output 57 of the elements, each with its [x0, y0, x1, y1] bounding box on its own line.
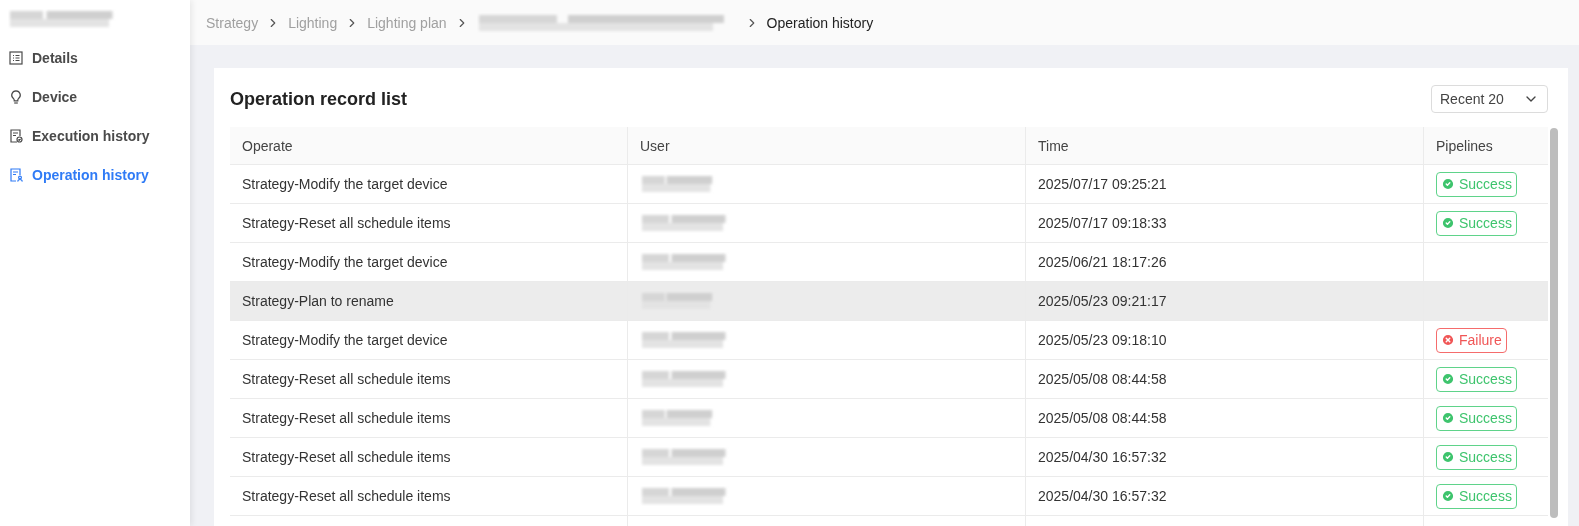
x-circle-icon [1441, 333, 1455, 347]
document-check-icon [8, 127, 24, 144]
status-badge: Success [1436, 171, 1517, 197]
table-row[interactable]: Strategy-Reset all schedule items 2025/04/30 16:57:32 Success [230, 438, 1548, 477]
check-circle-icon [1441, 216, 1455, 230]
status-badge: Success [1436, 210, 1517, 236]
table-cell-text: 2025/05/08 08:44:58 [1038, 409, 1167, 428]
column-header: Pipelines [1435, 136, 1494, 156]
table-cell-text: Strategy-Reset all schedule items [242, 409, 451, 428]
check-circle-icon [1441, 489, 1455, 503]
table-cell-text: 2025/05/23 09:21:17 [1038, 292, 1167, 311]
table-cell-text: 2025/07/17 09:18:33 [1038, 214, 1167, 233]
table-row[interactable]: Strategy-Modify the target device 2025/05/23 09:18:10 Failure [230, 321, 1548, 360]
table-cell-text: 2025/04/30 16:57:32 [1038, 487, 1167, 506]
check-circle-icon [1441, 411, 1455, 425]
table-cell-text: 2025/04/30 16:57:32 [1038, 448, 1167, 467]
table-row[interactable]: Strategy-Modify the target device 2025/06/21 18:17:26 [230, 243, 1548, 282]
table-cell-text: 2025/06/21 18:17:26 [1038, 253, 1167, 272]
table-cell-text: 2025/07/17 09:25:21 [1038, 175, 1167, 194]
sidebar-item[interactable]: Details [0, 38, 190, 77]
status-badge: Success [1436, 366, 1517, 392]
status-badge: Success [1436, 483, 1517, 509]
sidebar-item[interactable]: Device [0, 77, 190, 116]
check-circle-icon [1441, 177, 1455, 191]
column-header: User [628, 127, 1026, 164]
status-badge: Success [1436, 405, 1517, 431]
table-row[interactable]: Strategy-Reset all schedule items 2025/04/30 16:57:32 Success [230, 477, 1548, 516]
table-cell-text: 2025/05/23 09:18:10 [1038, 331, 1167, 350]
table-cell-text: Strategy-Modify the target device [242, 175, 448, 194]
table-cell-text: Strategy-Modify the target device [242, 331, 448, 350]
table-cell-text: Strategy-Reset all schedule items [242, 214, 451, 233]
breadcrumb-link[interactable]: Operation history [766, 12, 874, 33]
column-header: Time [1026, 127, 1424, 164]
table-cell-text: Strategy-Plan to rename [242, 292, 394, 311]
table-cell-text: Strategy-Reset all schedule items [242, 448, 451, 467]
filter-dropdown[interactable]: Recent 20 [1431, 85, 1548, 113]
table-row[interactable]: Strategy-Reset all schedule items 2025/05/08 08:44:58 Success [230, 360, 1548, 399]
table-cell-text: Strategy-Reset all schedule items [242, 370, 451, 389]
list-icon [8, 49, 24, 66]
document-user-icon [8, 166, 24, 183]
column-header: Operate [230, 127, 628, 164]
scrollbar[interactable] [1550, 128, 1558, 518]
sidebar-item[interactable]: Operation history [0, 155, 190, 194]
table-row[interactable]: Strategy-Plan to rename 2025/05/23 09:21:17 [230, 282, 1548, 321]
table-cell-text: Strategy-Modify the target device [242, 253, 448, 272]
table-row[interactable]: Strategy-Reset all schedule items 2025/07/17 09:18:33 Success [230, 204, 1548, 243]
card-title: Operation record list [230, 88, 408, 111]
lightbulb-icon [8, 88, 24, 105]
table-cell-text: Strategy-Reset all schedule items [242, 487, 451, 506]
check-circle-icon [1441, 450, 1455, 464]
table-row[interactable]: Strategy-Modify the target device 2025/07/17 09:25:21 Success [230, 165, 1548, 204]
table-row[interactable]: Strategy-Reset all schedule items 2025/05/08 08:44:58 Success [230, 399, 1548, 438]
sidebar-item[interactable]: Execution history [0, 116, 190, 155]
check-circle-icon [1441, 372, 1455, 386]
status-badge: Failure [1436, 327, 1507, 353]
table-cell-text: 2025/05/08 08:44:58 [1038, 370, 1167, 389]
status-badge: Success [1436, 444, 1517, 470]
